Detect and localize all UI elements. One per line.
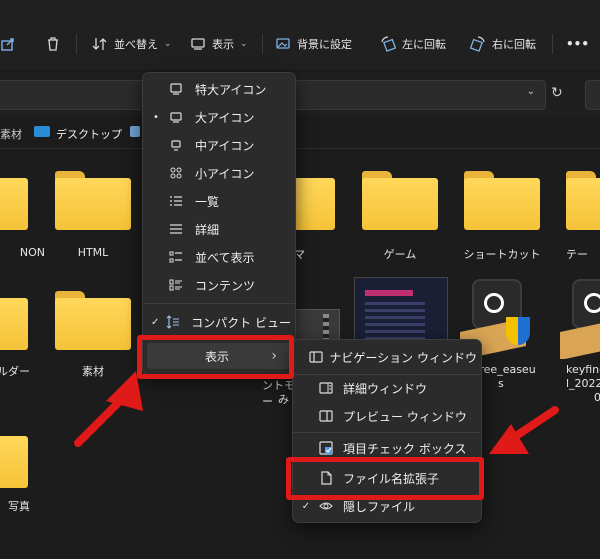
view-label: 表示 [212,38,234,51]
refresh-icon[interactable]: ↻ [551,85,563,101]
annotation-arrow-left [74,371,143,447]
share-icon [0,36,16,52]
content-icon [165,278,187,292]
folder-label: NON [19,246,45,259]
address-row: ⌄ ↻ [0,72,600,116]
menu-item-navigation-pane[interactable]: ナビゲーション ウィンドウ [297,344,477,370]
folder-label: HTML [77,246,109,259]
monitor-icon [165,110,187,124]
menu-item-details-pane[interactable]: 詳細ウィンドウ [297,375,477,401]
details-icon [165,222,187,236]
file-label: s [498,377,504,390]
address-dropdown-icon[interactable]: ⌄ [527,86,535,97]
folder-label: ショートカット [463,248,541,261]
menu-item-large-icons[interactable]: • 大アイコン [147,104,291,130]
file-label: l_2022C [566,377,600,390]
annotation-arrow-right [489,406,559,454]
rotate-right-label: 右に回転 [492,38,536,51]
menu-item-compact-view[interactable]: ✓ コンパクト ビュー [147,309,291,335]
more-icon: ••• [566,37,590,51]
file-label: 0 [594,391,600,404]
trash-icon [45,36,61,52]
menu-item-small-icons[interactable]: 小アイコン [147,160,291,186]
sort-button[interactable]: 並べ替え ⌄ [92,26,172,62]
chevron-down-icon: ⌄ [240,39,248,49]
menu-item-medium-icons[interactable]: 中アイコン [147,132,291,158]
menu-item-details[interactable]: 詳細 [147,216,291,242]
menu-item-preview-pane[interactable]: プレビュー ウィンドウ [297,403,477,429]
checkbox-icon [315,441,337,455]
grid-icon [165,166,187,180]
menu-separator [293,432,481,433]
sort-icon [92,36,108,52]
folder-label: 写真 [8,500,30,513]
rotate-left-button[interactable]: 左に回転 [380,26,446,62]
folder-label: ルダー [0,365,30,378]
chevron-down-icon: ⌄ [164,39,172,49]
toolbar-separator [76,34,77,54]
highlight-box-file-extensions [286,457,484,500]
quick-access-item-desktop[interactable]: デスクトップ [56,126,122,142]
file-label: keyfind [566,363,600,376]
menu-item-content[interactable]: コンテンツ [147,272,291,298]
toolbar-separator [552,34,553,54]
compact-icon [163,315,183,329]
search-input[interactable] [585,80,600,110]
monitor-small-icon [165,138,187,152]
desktop-icon [34,126,50,137]
rotate-right-icon [470,36,486,52]
set-background-label: 背景に設定 [297,38,352,51]
view-menu: 特大アイコン • 大アイコン 中アイコン 小アイコン 一覧 詳細 並べて表示 コ… [142,72,296,376]
preview-pane-icon [315,409,337,423]
quick-access-bar: 素材 デスクトップ [0,118,600,149]
toolbar-separator [262,34,263,54]
view-button[interactable]: 表示 ⌄ [190,26,248,62]
rotate-right-button[interactable]: 右に回転 [470,26,536,62]
highlight-box-show [137,335,294,379]
folder-label: ゲーム [383,248,417,261]
tiles-icon [165,250,187,264]
folder-label: テー [566,248,588,261]
desktop-background-icon [275,36,291,52]
menu-separator [143,303,295,304]
share-button[interactable] [0,26,16,62]
list-icon [165,194,187,208]
eye-icon [315,499,337,513]
sort-label: 並べ替え [114,38,158,51]
monitor-icon [165,82,187,96]
rotate-left-label: 左に回転 [402,38,446,51]
quick-access-item-materials[interactable]: 素材 [0,126,22,142]
installer-icon[interactable] [560,279,600,359]
menu-item-tiles[interactable]: 並べて表示 [147,244,291,270]
quick-access-item-icon[interactable] [130,126,140,137]
delete-button[interactable] [45,26,61,62]
menu-item-list[interactable]: 一覧 [147,188,291,214]
set-background-button[interactable]: 背景に設定 [275,26,352,62]
rotate-left-icon [380,36,396,52]
view-icon [190,36,206,52]
menu-item-extra-large-icons[interactable]: 特大アイコン [147,76,291,102]
more-options-button[interactable]: ••• [566,26,589,62]
details-pane-icon [315,381,337,395]
navigation-pane-icon [309,350,324,364]
command-bar: 並べ替え ⌄ 表示 ⌄ 背景に設定 左に回転 右に回転 ••• [0,0,600,70]
